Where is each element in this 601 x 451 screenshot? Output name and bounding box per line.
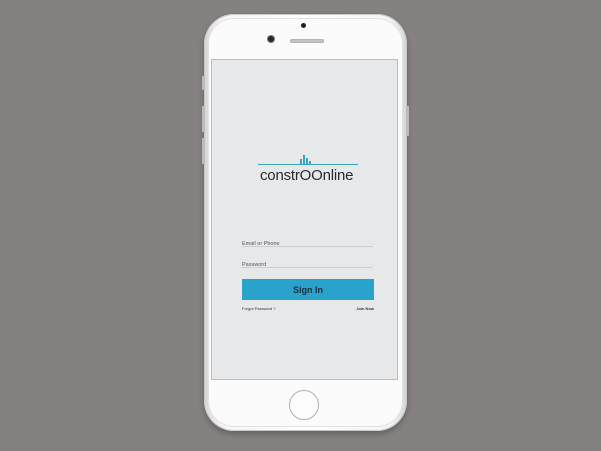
- brand-logo: constrOOnline: [258, 155, 358, 195]
- sign-in-button[interactable]: Sign In: [242, 279, 374, 300]
- join-now-link[interactable]: Join Now: [356, 306, 374, 311]
- volume-down-button: [202, 138, 205, 164]
- email-field[interactable]: [242, 232, 373, 247]
- logo-underline: [258, 164, 358, 165]
- brand-name: constrOOnline: [260, 167, 354, 184]
- mute-switch: [202, 76, 205, 90]
- password-field[interactable]: [242, 253, 373, 268]
- home-button-icon[interactable]: [289, 390, 319, 420]
- password-input[interactable]: [242, 262, 373, 268]
- earpiece-speaker: [290, 39, 324, 43]
- phone-frame: constrOOnline Sign In Forgot Password ? …: [202, 14, 409, 431]
- login-screen: constrOOnline Sign In Forgot Password ? …: [212, 60, 397, 379]
- power-button: [406, 106, 409, 136]
- front-camera-icon: [268, 36, 274, 42]
- forgot-password-link[interactable]: Forgot Password ?: [242, 306, 276, 311]
- volume-up-button: [202, 106, 205, 132]
- proximity-sensor-icon: [301, 23, 306, 28]
- email-input[interactable]: [242, 241, 373, 247]
- mockup-stage: constrOOnline Sign In Forgot Password ? …: [0, 0, 601, 451]
